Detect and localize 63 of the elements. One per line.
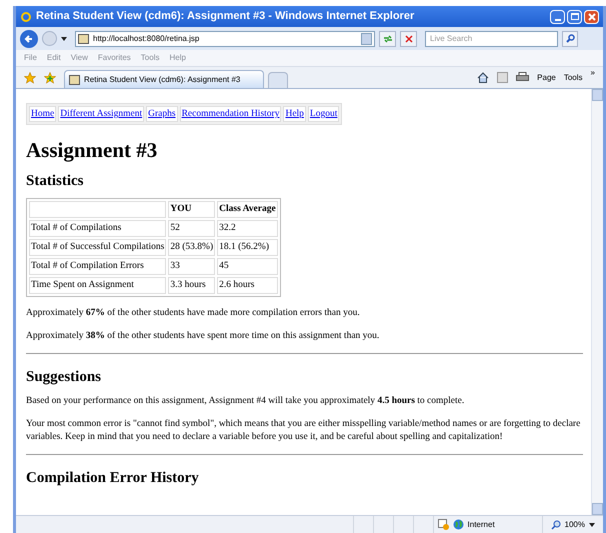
- table-cell: 3.3 hours: [168, 277, 216, 294]
- back-button[interactable]: [20, 30, 38, 48]
- browser-logo-icon: [20, 10, 32, 22]
- table-cell: Total # of Compilation Errors: [29, 258, 166, 276]
- table-cell: 28 (53.8%): [168, 239, 216, 256]
- back-arrow-icon[interactable]: [24, 34, 34, 44]
- arrows-icon[interactable]: [382, 34, 392, 42]
- section-heading: Statistics: [26, 172, 84, 190]
- table-cell: Total # of Compilations: [29, 220, 166, 238]
- table-cell: 45: [217, 258, 278, 276]
- section-heading: Compilation Error History: [26, 469, 200, 488]
- column-header: YOU: [168, 201, 216, 218]
- window-title: Retina Student View (cdm6): Assignment #3 - Windows Internet Explorer: [36, 9, 416, 24]
- browser-tab[interactable]: Retina Student View (cdm6): Assignment #3: [64, 70, 264, 88]
- statistic-note: Approximately 38% of the other students have spent more time on this assignment than you.: [26, 330, 380, 342]
- home-icon[interactable]: [477, 72, 490, 83]
- tools-menu-button[interactable]: Tools: [564, 72, 583, 84]
- statistic-note: Approximately 67% of the other students have made more compilation errors than you.: [26, 307, 361, 320]
- security-zone: Internet: [468, 518, 496, 530]
- feed-icon[interactable]: [497, 72, 508, 83]
- page-heading: Assignment #3: [26, 137, 158, 164]
- page-icon: [78, 34, 89, 44]
- search-button[interactable]: [562, 30, 578, 46]
- zoom-level[interactable]: 100%: [564, 518, 585, 530]
- nav-link[interactable]: Logout: [308, 106, 340, 122]
- table-cell: Time Spent on Assignment: [29, 277, 166, 294]
- nav-link[interactable]: Recommendation History: [180, 106, 282, 122]
- close-icon[interactable]: [588, 12, 596, 20]
- stop-button[interactable]: [400, 30, 417, 46]
- add-favorite-icon[interactable]: [44, 72, 56, 84]
- page-menu-button[interactable]: Page: [537, 72, 556, 84]
- scrollbar[interactable]: [591, 89, 603, 515]
- dropdown-arrow-icon[interactable]: [61, 36, 67, 40]
- zoom-icon[interactable]: [550, 520, 561, 530]
- nav-link[interactable]: Different Assignment: [58, 106, 144, 122]
- table-cell: 52: [168, 220, 216, 238]
- table-cell: 18.1 (56.2%): [217, 239, 278, 256]
- minimize-button[interactable]: [550, 10, 565, 24]
- maximize-button[interactable]: [567, 10, 582, 24]
- suggestion-text: Based on your performance on this assignment, Assignment #4 will take you approximately 4.5 hours to complete.: [26, 395, 466, 408]
- globe-icon: [452, 519, 464, 530]
- refresh-button[interactable]: [379, 30, 396, 46]
- search-field[interactable]: Live Search: [425, 30, 558, 46]
- warning-icon: [438, 519, 449, 530]
- favorites-star-icon[interactable]: [24, 72, 36, 84]
- close-button[interactable]: [584, 10, 599, 24]
- nav-link[interactable]: Help: [283, 106, 306, 122]
- table-cell: 2.6 hours: [217, 277, 278, 294]
- table-cell: 33: [168, 258, 216, 276]
- table-cell: Total # of Successful Compilations: [29, 239, 166, 256]
- printer-icon[interactable]: [516, 72, 530, 83]
- nav-link[interactable]: Graphs: [146, 106, 178, 122]
- table-cell: 32.2: [217, 220, 278, 238]
- nav-link[interactable]: Home: [29, 106, 56, 122]
- section-heading: Suggestions: [26, 368, 102, 387]
- page-icon: [69, 74, 80, 84]
- dropdown-arrow-icon[interactable]: [589, 522, 595, 526]
- stop-icon[interactable]: [404, 34, 412, 42]
- address-field[interactable]: http://localhost:8080/retina.jsp: [75, 30, 375, 46]
- overflow-chevron[interactable]: »: [590, 67, 595, 79]
- search-icon[interactable]: [566, 34, 574, 43]
- column-header: Class Average: [217, 201, 278, 218]
- suggestion-text: Your most common error is "cannot find symbol", which means that you are either misspelling variable/method names or are forgetting to declare variables. Keep in mind that you need to declare a variable before you use it, and be careful about spelling and capitalization!: [26, 418, 582, 444]
